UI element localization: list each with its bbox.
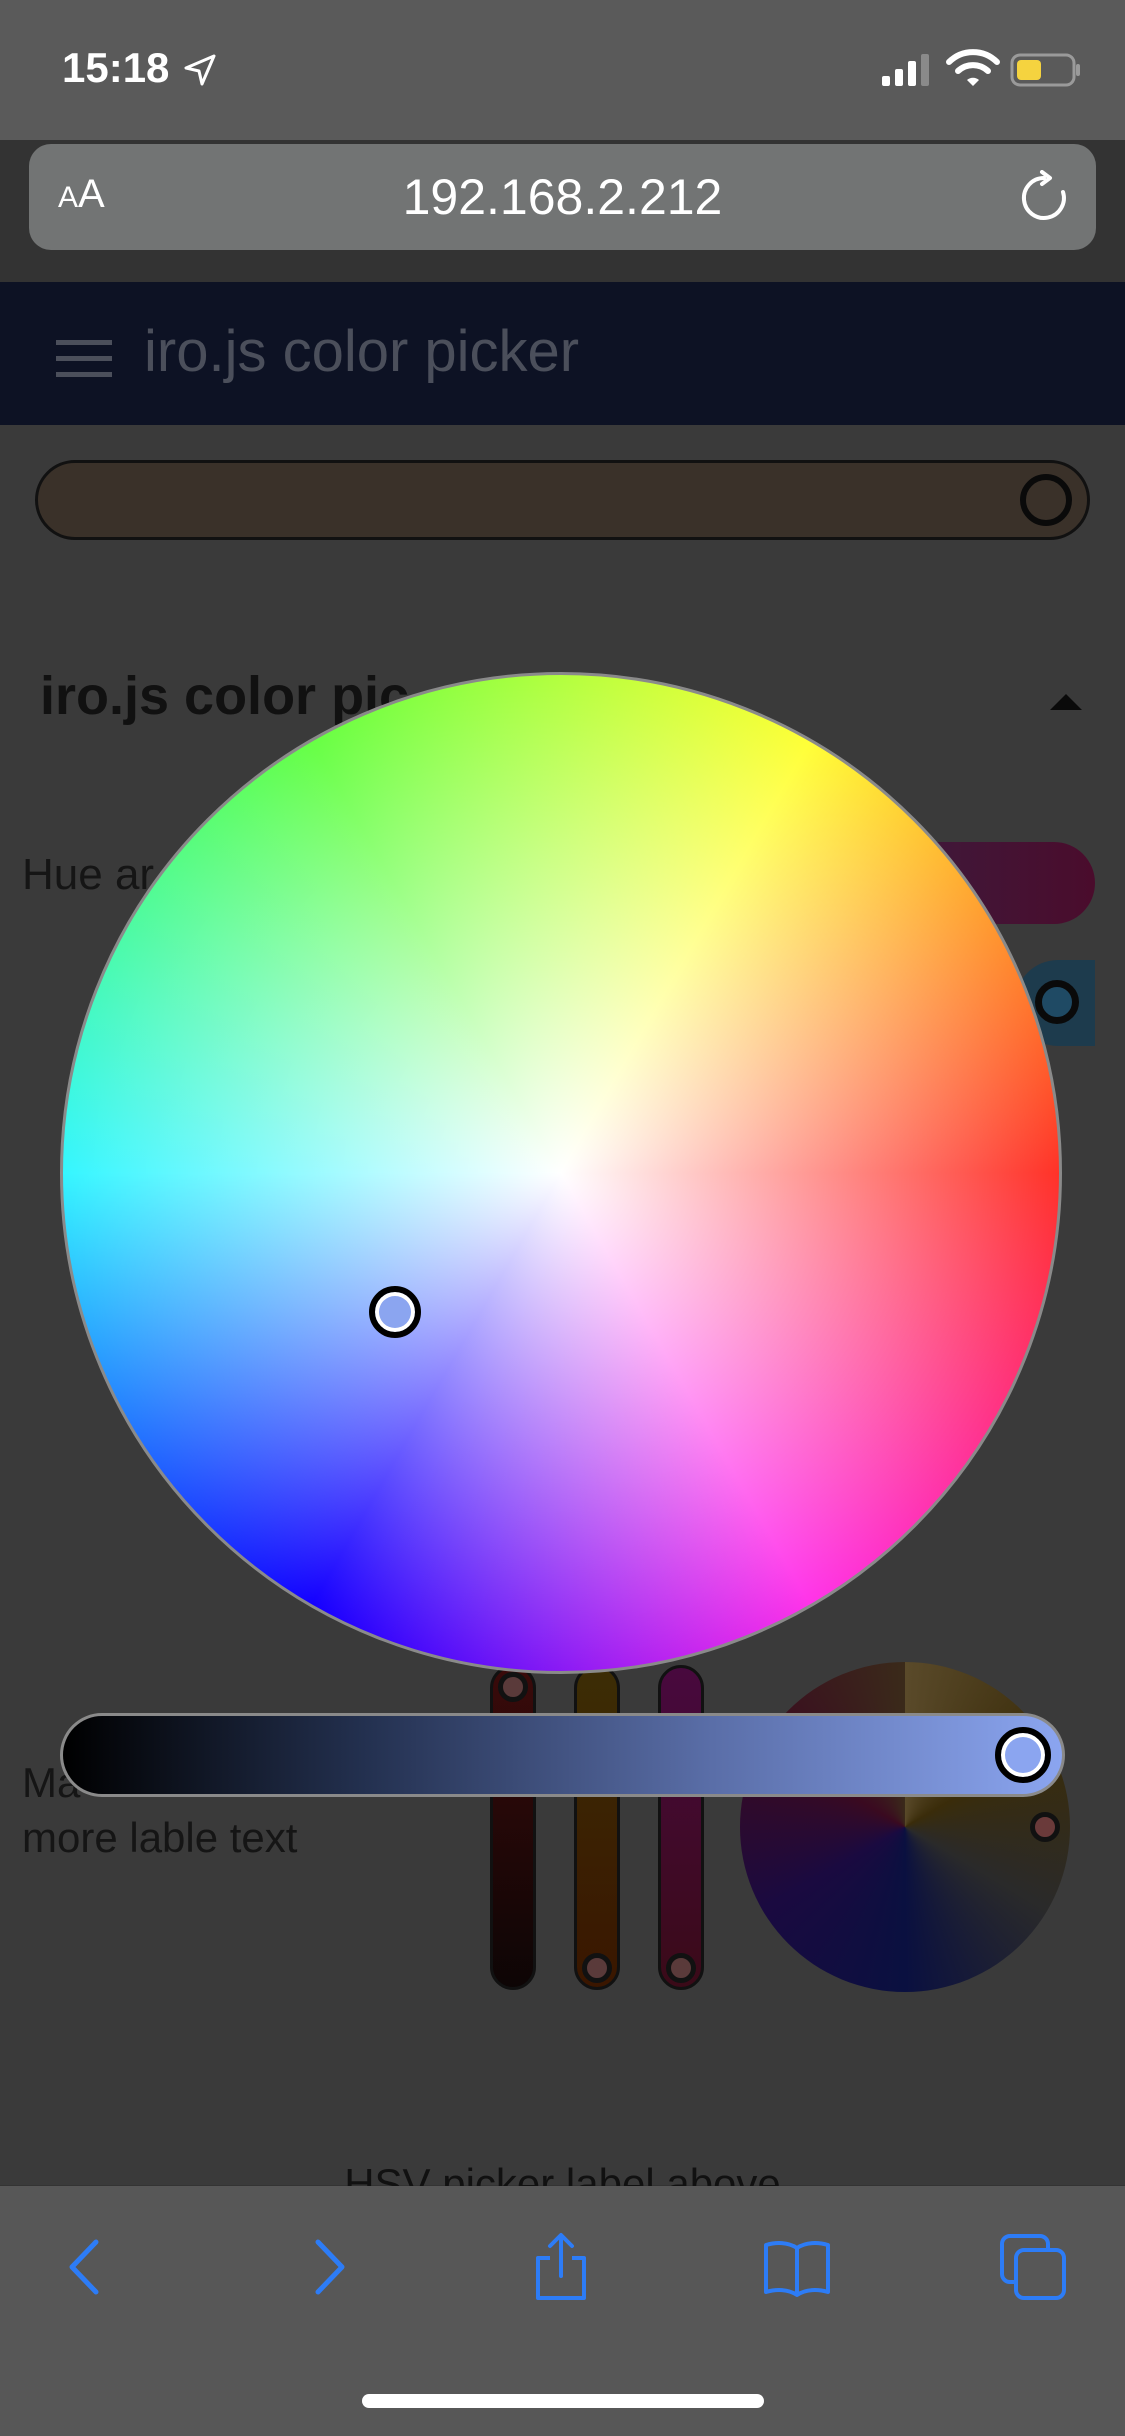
back-icon[interactable] <box>52 2232 122 2302</box>
color-wheel[interactable] <box>60 672 1062 1674</box>
page-title: iro.js color picker <box>144 319 580 384</box>
tabs-icon[interactable] <box>998 2232 1068 2302</box>
hue-label: Hue ar <box>22 850 155 899</box>
bookmarks-icon[interactable] <box>762 2232 832 2302</box>
top-slider[interactable] <box>35 460 1090 540</box>
hamburger-menu-icon[interactable] <box>56 338 112 378</box>
cellular-signal-icon <box>882 54 929 86</box>
background-wheel-handle[interactable] <box>1030 1812 1060 1842</box>
red-slider-handle[interactable] <box>498 1672 528 1702</box>
share-icon[interactable] <box>526 2232 596 2302</box>
blue-slider-handle[interactable] <box>666 1953 696 1983</box>
home-indicator[interactable] <box>362 2394 764 2408</box>
forward-icon[interactable] <box>292 2232 362 2302</box>
background-slider-handle[interactable] <box>1035 980 1079 1024</box>
reload-icon[interactable] <box>1016 170 1072 226</box>
sliders-label-line2: more lable text <box>22 1814 298 1861</box>
green-slider-handle[interactable] <box>582 1953 612 1983</box>
top-slider-handle[interactable] <box>1020 474 1072 526</box>
value-slider-handle[interactable] <box>995 1727 1051 1783</box>
caret-up-icon[interactable] <box>1048 690 1084 712</box>
color-wheel-handle[interactable] <box>369 1286 421 1338</box>
value-slider[interactable] <box>60 1713 1065 1797</box>
background-color-wheel[interactable] <box>740 1662 1070 1992</box>
color-wheel-saturation-layer <box>63 675 1059 1671</box>
wifi-icon <box>946 49 1000 86</box>
location-arrow-icon <box>184 54 216 86</box>
battery-icon <box>1010 53 1080 87</box>
url-text[interactable]: 192.168.2.212 <box>0 168 1125 226</box>
status-time: 15:18 <box>62 44 170 91</box>
